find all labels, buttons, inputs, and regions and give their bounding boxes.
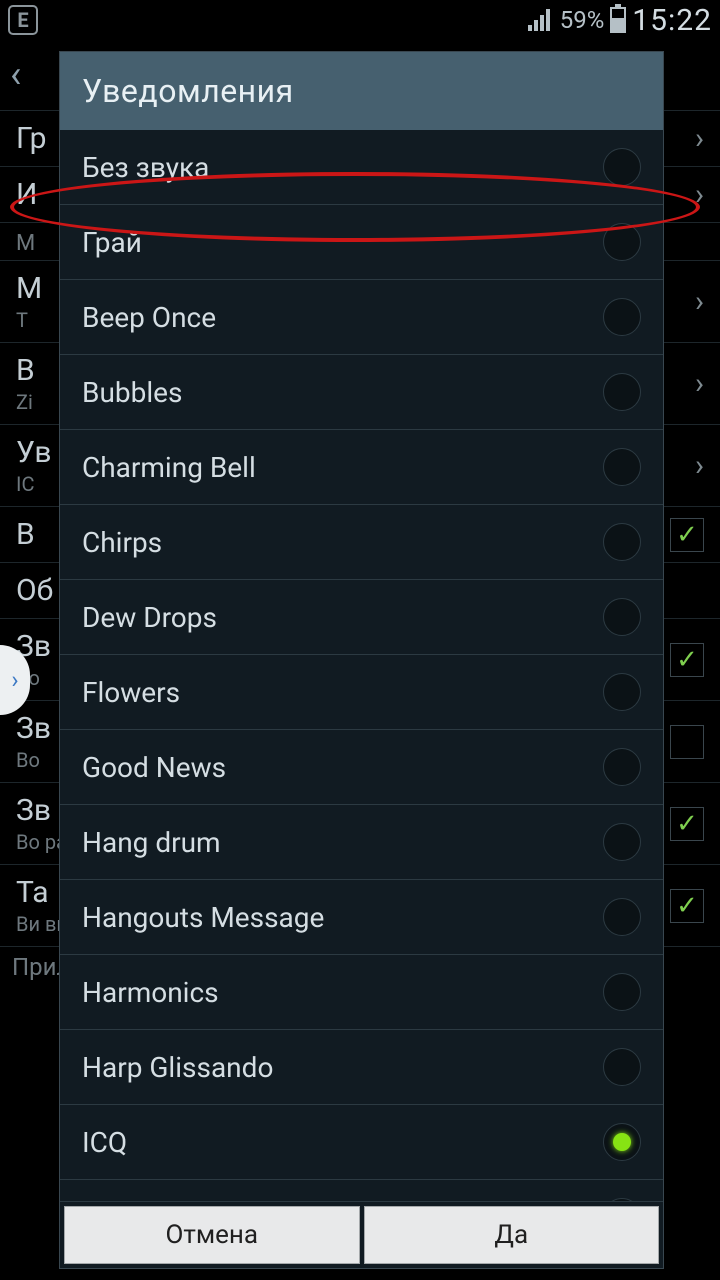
sound-option-label: Без звука xyxy=(82,151,209,184)
radio-button[interactable] xyxy=(603,1048,641,1086)
radio-button[interactable] xyxy=(603,673,641,711)
chevron-right-icon: › xyxy=(695,284,704,319)
chevron-right-icon: › xyxy=(695,177,704,212)
sound-option[interactable]: Hang drum xyxy=(60,805,663,880)
sound-option[interactable]: Dew Drops xyxy=(60,580,663,655)
sound-option-label: Good News xyxy=(82,751,226,784)
radio-button[interactable] xyxy=(603,448,641,486)
checkbox-checked-icon: ✓ xyxy=(670,889,704,923)
radio-button[interactable] xyxy=(603,148,641,186)
sound-option-label: Beep Once xyxy=(82,301,216,334)
sound-option-label: Bubbles xyxy=(82,376,182,409)
dialog-title: Уведомления xyxy=(60,52,663,130)
chevron-right-icon: › xyxy=(695,366,704,401)
chevron-right-icon: › xyxy=(695,121,704,156)
back-icon[interactable]: ‹ xyxy=(10,53,21,97)
dialog-option-list[interactable]: Без звука Грай Beep Once Bubbles Charming Be… xyxy=(60,130,663,1201)
radio-button[interactable] xyxy=(603,748,641,786)
sound-option[interactable]: Harp Glissando xyxy=(60,1030,663,1105)
sound-option[interactable]: Good News xyxy=(60,730,663,805)
sound-option[interactable]: Chirps xyxy=(60,505,663,580)
sound-option-label: Hang drum xyxy=(82,826,221,859)
sound-option-label: Charming Bell xyxy=(82,451,256,484)
sound-option[interactable]: Harmonics xyxy=(60,955,663,1030)
radio-button[interactable] xyxy=(603,373,641,411)
checkbox-checked-icon: ✓ xyxy=(670,643,704,677)
cancel-button[interactable]: Отмена xyxy=(64,1206,360,1264)
status-bar: E 59% 15:22 xyxy=(0,0,720,40)
sound-option[interactable]: Hangouts Message xyxy=(60,880,663,955)
clock: 15:22 xyxy=(632,3,712,38)
ok-button[interactable]: Да xyxy=(364,1206,660,1264)
sound-option-label: Dew Drops xyxy=(82,601,217,634)
radio-button[interactable] xyxy=(603,223,641,261)
sound-option[interactable]: Без звука xyxy=(60,130,663,205)
sound-option-label: Грай xyxy=(82,226,142,259)
battery-percent: 59% xyxy=(560,6,605,34)
sound-option-label: Chirps xyxy=(82,526,162,559)
sound-option-label: Flowers xyxy=(82,676,180,709)
checkbox-checked-icon: ✓ xyxy=(670,807,704,841)
sound-option[interactable]: Грай xyxy=(60,205,663,280)
radio-button[interactable] xyxy=(603,523,641,561)
sound-option-label: Hangouts Message xyxy=(82,901,324,934)
sound-option[interactable]: Join Hangout xyxy=(60,1180,663,1201)
sound-option-label: Harmonics xyxy=(82,976,219,1009)
radio-button[interactable] xyxy=(603,598,641,636)
checkbox-checked-icon: ✓ xyxy=(670,518,704,552)
sound-option[interactable]: Beep Once xyxy=(60,280,663,355)
radio-button[interactable] xyxy=(603,298,641,336)
eset-icon: E xyxy=(8,5,38,35)
sound-option-label: Harp Glissando xyxy=(82,1051,273,1084)
notification-sound-dialog: Уведомления Без звука Грай Beep Once Bubble… xyxy=(60,52,663,1268)
radio-button[interactable] xyxy=(603,973,641,1011)
sound-option[interactable]: Flowers xyxy=(60,655,663,730)
sound-option[interactable]: Bubbles xyxy=(60,355,663,430)
checkbox-unchecked-icon xyxy=(670,725,704,759)
sound-option[interactable]: Charming Bell xyxy=(60,430,663,505)
radio-button-selected[interactable] xyxy=(603,1123,641,1161)
battery-icon xyxy=(610,7,626,33)
sound-option-label: ICQ xyxy=(82,1126,127,1159)
radio-button[interactable] xyxy=(603,898,641,936)
signal-icon xyxy=(528,9,554,31)
chevron-right-icon: › xyxy=(695,448,704,483)
sound-option[interactable]: ICQ xyxy=(60,1105,663,1180)
radio-button[interactable] xyxy=(603,823,641,861)
